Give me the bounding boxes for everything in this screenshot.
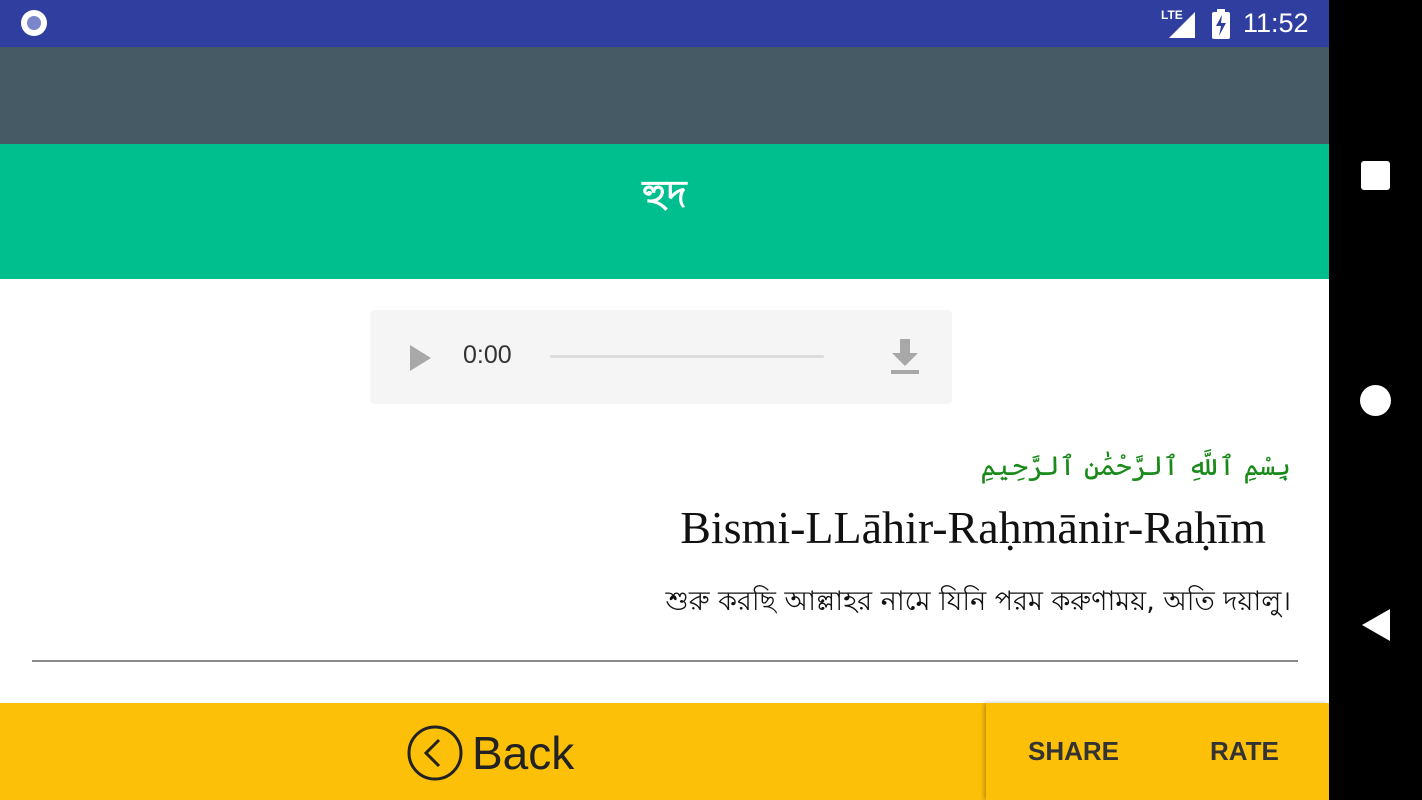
arabic-verse: بِسْمِ ٱللَّهِ ٱلرَّحْمَٰنِ ٱلرَّحِيمِ: [980, 451, 1291, 482]
menu-panel: SHARE RATE: [986, 703, 1329, 800]
translation: শুরু করছি আল্লাহর নামে যিনি পরম করুণাময়…: [665, 586, 1291, 617]
toolbar: [0, 47, 1329, 144]
back-label: Back: [472, 727, 575, 779]
transliteration: Bismi-LLāhir-Raḥmānir-Raḥīm: [680, 502, 1266, 553]
battery-charging-icon: [1212, 9, 1230, 39]
download-icon[interactable]: [890, 339, 920, 375]
title-bar: হুদ: [0, 144, 1329, 279]
divider: [32, 660, 1298, 662]
recents-icon[interactable]: [1361, 161, 1390, 190]
back-icon[interactable]: [1361, 608, 1391, 642]
audio-seek-bar[interactable]: [550, 355, 824, 358]
rate-button[interactable]: RATE: [1210, 703, 1279, 800]
audio-time: 0:00: [463, 341, 512, 369]
bottom-bar: Back SHARE RATE: [0, 703, 1329, 800]
audio-player: 0:00: [370, 310, 952, 404]
page-title: হুদ: [642, 172, 687, 216]
app-notification-icon: [21, 10, 47, 36]
status-bar: LTE 11:52: [0, 0, 1329, 47]
clock: 11:52: [1243, 8, 1309, 38]
navigation-bar: [1329, 0, 1422, 800]
content-area: 0:00 بِسْمِ ٱللَّهِ ٱلرَّحْمَٰنِ ٱلرَّحِ…: [0, 279, 1329, 703]
back-circle-icon: [407, 725, 463, 781]
signal-icon: [1169, 12, 1195, 38]
back-button[interactable]: Back: [406, 723, 574, 783]
share-button[interactable]: SHARE: [1028, 703, 1119, 800]
play-icon[interactable]: [408, 344, 432, 372]
home-icon[interactable]: [1360, 385, 1391, 416]
